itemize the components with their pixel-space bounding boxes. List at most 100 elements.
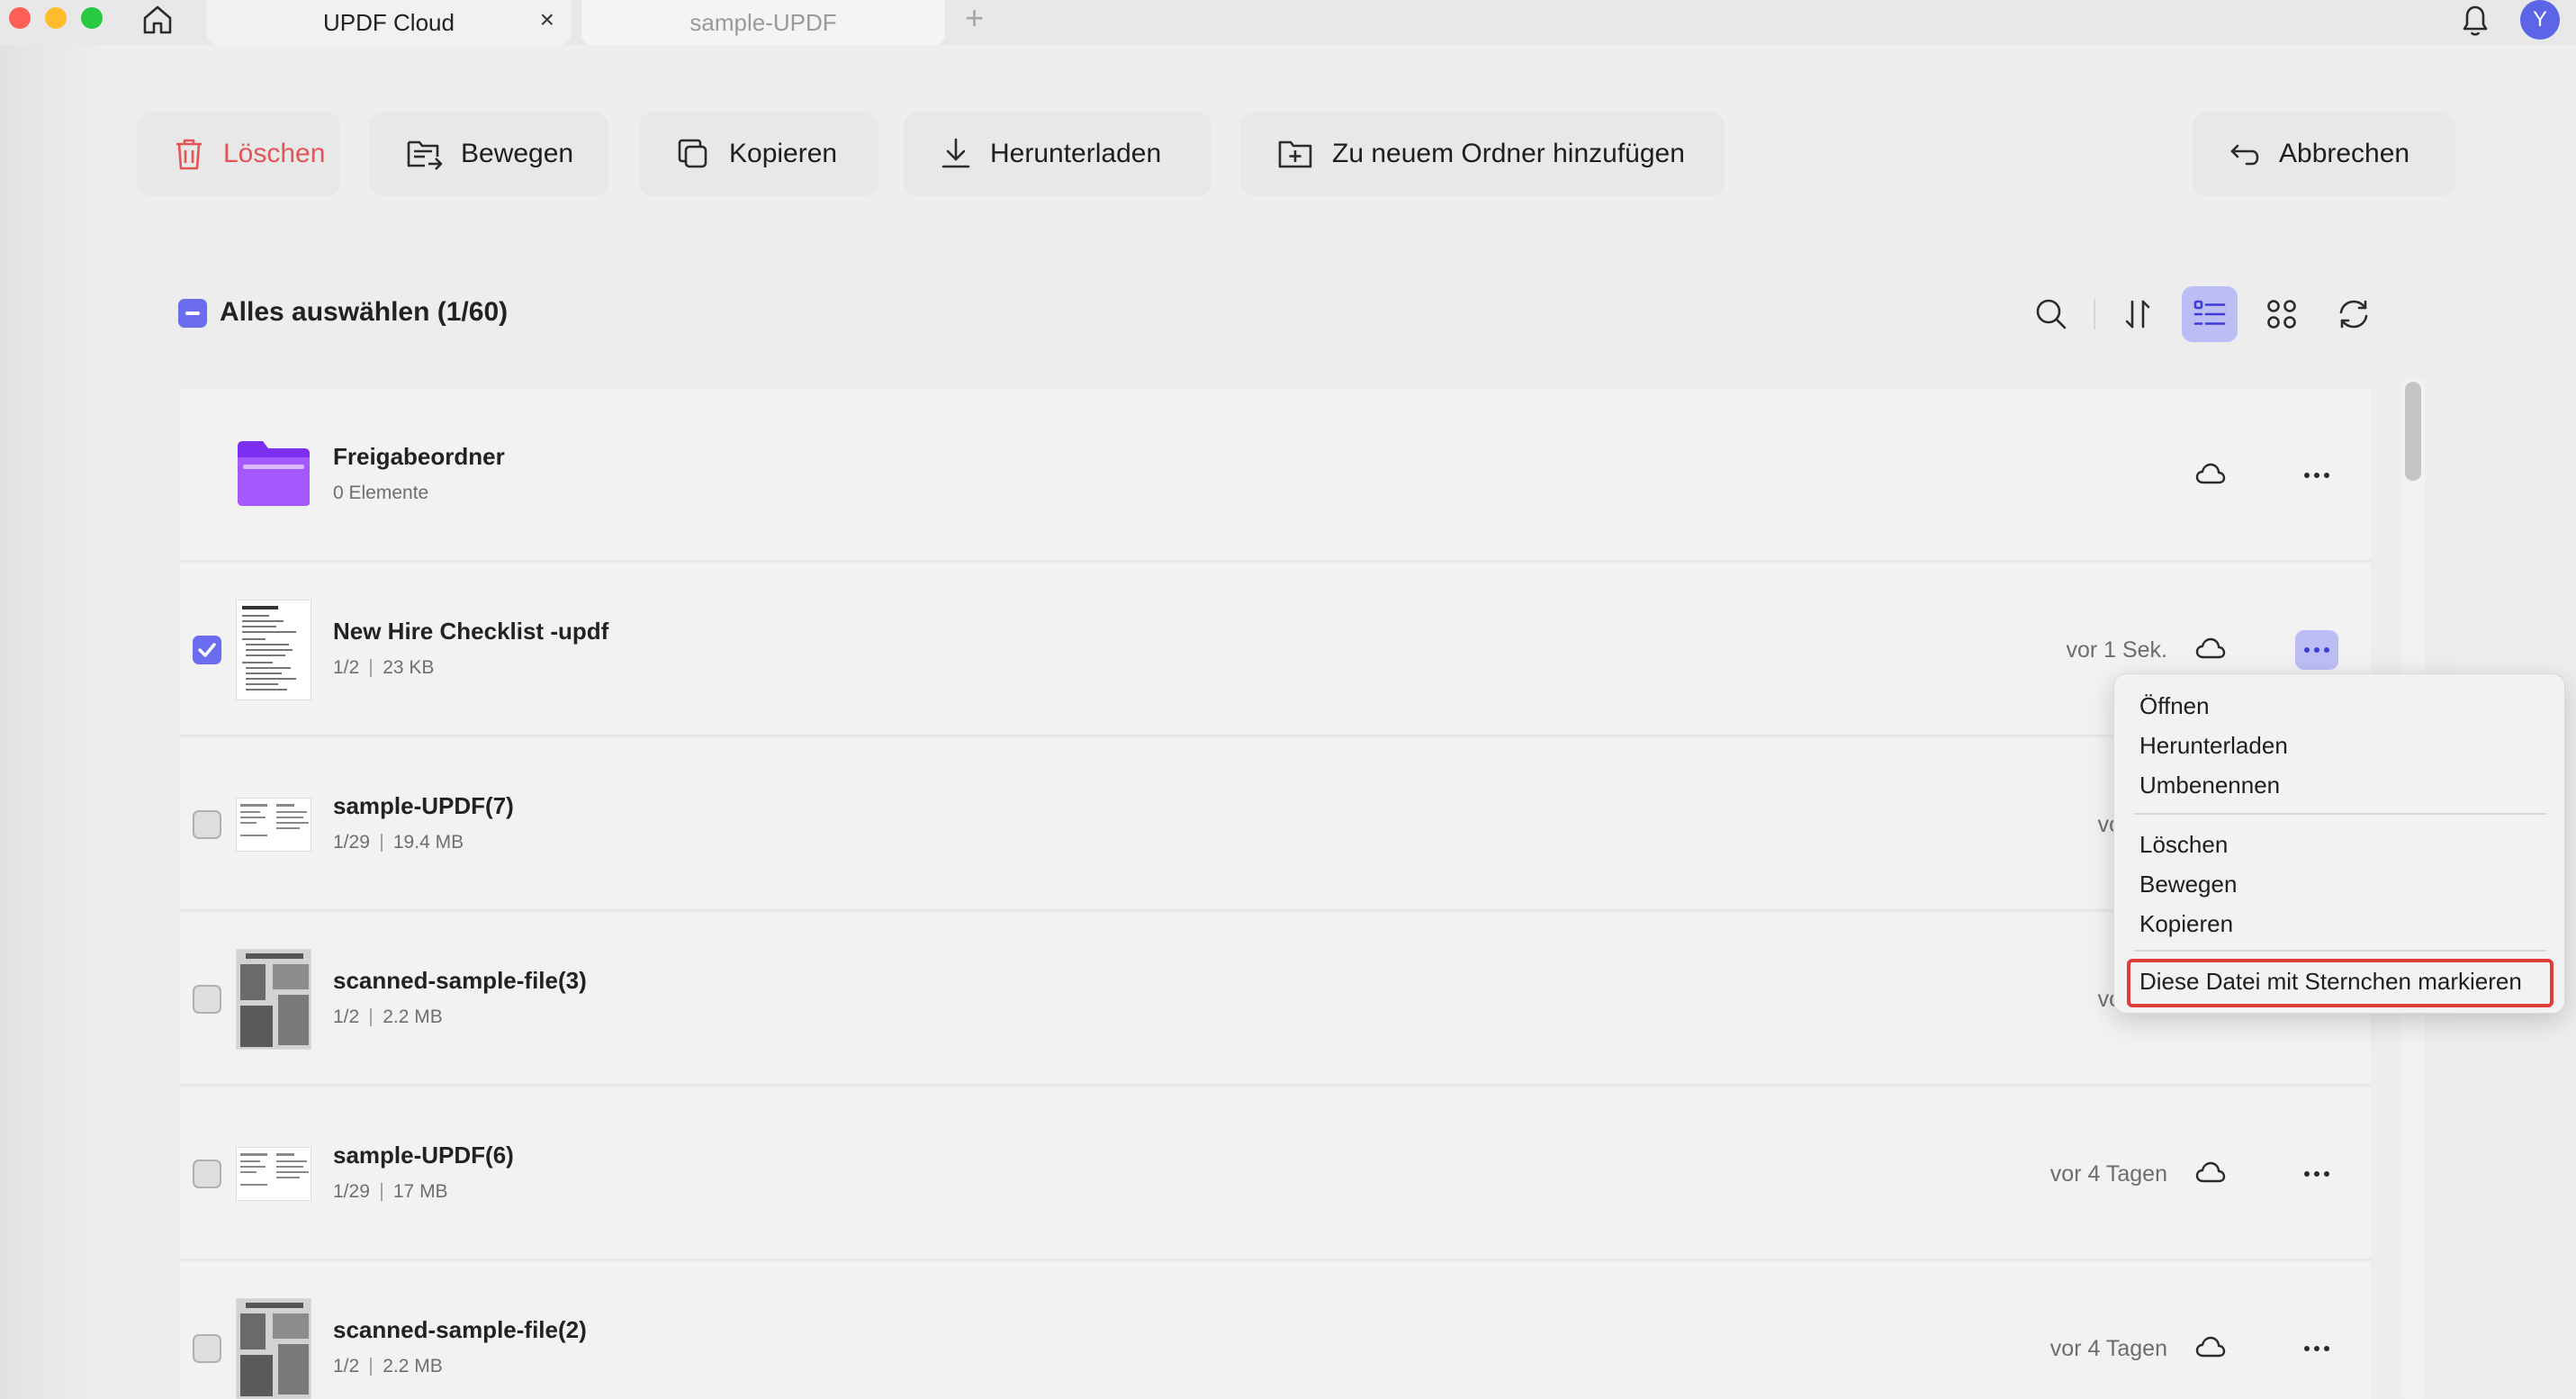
more-options-button[interactable] xyxy=(2295,456,2338,495)
maximize-window-button[interactable] xyxy=(81,7,103,29)
scanned-page-icon xyxy=(237,1299,311,1398)
delete-label: Löschen xyxy=(223,139,326,168)
file-thumbnail xyxy=(236,1298,311,1399)
toolbar-divider xyxy=(2094,299,2095,329)
file-thumbnail xyxy=(236,600,311,700)
return-arrow-icon xyxy=(2230,144,2259,166)
file-title: New Hire Checklist -updf xyxy=(333,618,609,645)
home-icon xyxy=(143,5,172,34)
checkmark-icon xyxy=(198,643,216,657)
add-to-new-folder-button[interactable]: Zu neuem Ordner hinzufügen xyxy=(1240,112,1725,196)
more-icon xyxy=(2304,647,2329,653)
delete-button[interactable]: Löschen xyxy=(137,112,340,196)
menu-item-open[interactable]: Öffnen xyxy=(2139,692,2210,720)
select-all-checkbox[interactable] xyxy=(178,299,207,328)
tab-updf-cloud[interactable]: UPDF Cloud × xyxy=(207,0,571,45)
file-size: 2.2 MB xyxy=(383,1006,443,1027)
menu-item-delete[interactable]: Löschen xyxy=(2139,831,2228,859)
file-thumbnail xyxy=(236,1147,311,1201)
menu-item-move[interactable]: Bewegen xyxy=(2139,871,2237,898)
sort-button[interactable] xyxy=(2110,286,2166,342)
more-options-button[interactable] xyxy=(2295,1154,2338,1194)
menu-item-copy[interactable]: Kopieren xyxy=(2139,910,2233,938)
file-meta: 1/2 2.2 MB xyxy=(333,1356,443,1377)
file-pages: 1/29 xyxy=(333,1181,370,1202)
file-meta: 1/2 23 KB xyxy=(333,657,434,679)
list-item-file[interactable]: scanned-sample-file(3) 1/22.2 MB vor 4 T xyxy=(180,913,2371,1086)
download-icon xyxy=(941,138,970,168)
menu-item-rename[interactable]: Umbenennen xyxy=(2139,772,2280,799)
file-time: vor 1 Sek. xyxy=(2066,637,2167,663)
home-button[interactable] xyxy=(137,0,178,40)
copy-button[interactable]: Kopieren xyxy=(639,112,878,196)
grid-view-icon xyxy=(2267,300,2296,329)
folder-icon xyxy=(238,441,310,506)
search-icon xyxy=(2036,299,2067,329)
grid-view-button[interactable] xyxy=(2254,286,2310,342)
more-options-button[interactable] xyxy=(2295,630,2338,670)
move-button[interactable]: Bewegen xyxy=(369,112,608,196)
avatar[interactable]: Y xyxy=(2520,0,2560,40)
search-button[interactable] xyxy=(2023,286,2079,342)
copy-label: Kopieren xyxy=(729,139,838,168)
cloud-icon xyxy=(2195,1161,2226,1183)
list-view-button[interactable] xyxy=(2182,286,2238,342)
more-icon xyxy=(2304,473,2329,478)
row-checkbox[interactable] xyxy=(193,985,221,1014)
select-all-label[interactable]: Alles auswählen (1/60) xyxy=(220,297,508,328)
cloud-icon xyxy=(2195,463,2226,484)
file-pages: 1/29 xyxy=(333,832,370,853)
trash-icon xyxy=(176,139,202,170)
cloud-button[interactable] xyxy=(2193,456,2229,492)
list-item-file[interactable]: sample-UPDF(7) 1/2919.4 MB vor 9 T xyxy=(180,738,2371,911)
sort-icon xyxy=(2125,300,2150,329)
row-checkbox[interactable] xyxy=(193,1334,221,1363)
tab-label: sample-UPDF xyxy=(689,8,837,36)
scrollbar-thumb[interactable] xyxy=(2405,382,2421,481)
move-label: Bewegen xyxy=(461,139,574,168)
more-icon xyxy=(2304,1171,2329,1177)
menu-item-download[interactable]: Herunterladen xyxy=(2139,732,2288,760)
notifications-button[interactable] xyxy=(2455,0,2495,40)
menu-item-star-file[interactable]: Diese Datei mit Sternchen markieren xyxy=(2139,968,2522,996)
cloud-button[interactable] xyxy=(2193,630,2229,666)
list-view-icon xyxy=(2193,300,2226,325)
document-preview-icon xyxy=(242,606,296,690)
row-checkbox[interactable] xyxy=(193,636,221,664)
document-preview-icon xyxy=(240,804,309,836)
cancel-button[interactable]: Abbrechen xyxy=(2193,112,2455,196)
list-item-folder[interactable]: Freigabeordner 0 Elemente xyxy=(180,389,2371,562)
list-item-file[interactable]: New Hire Checklist -updf 1/2 23 KB vor 1 … xyxy=(180,564,2371,736)
tab-sample-updf[interactable]: sample-UPDF xyxy=(581,0,945,45)
file-pages: 1/2 xyxy=(333,657,360,678)
file-meta: 0 Elemente xyxy=(333,483,429,503)
minimize-window-button[interactable] xyxy=(45,7,67,29)
sidebar-shade xyxy=(0,45,108,1399)
refresh-button[interactable] xyxy=(2326,286,2382,342)
cloud-icon xyxy=(2195,1336,2226,1358)
cloud-button[interactable] xyxy=(2193,1154,2229,1190)
row-checkbox[interactable] xyxy=(193,810,221,839)
folder-plus-icon xyxy=(1278,140,1312,168)
download-button[interactable]: Herunterladen xyxy=(904,112,1211,196)
copy-icon xyxy=(678,139,707,168)
file-meta: 1/29 17 MB xyxy=(333,1181,448,1203)
file-thumbnail xyxy=(236,798,311,852)
more-options-button[interactable] xyxy=(2295,1329,2338,1368)
cancel-label: Abbrechen xyxy=(2279,139,2410,168)
file-meta: 1/29 19.4 MB xyxy=(333,832,464,853)
new-tab-button[interactable]: + xyxy=(965,0,984,36)
file-size: 2.2 MB xyxy=(383,1356,443,1376)
cloud-button[interactable] xyxy=(2193,1329,2229,1365)
menu-divider xyxy=(2134,950,2546,952)
tab-close-icon[interactable]: × xyxy=(540,5,554,34)
cloud-icon xyxy=(2195,637,2226,659)
file-title: sample-UPDF(7) xyxy=(333,792,514,819)
list-item-file[interactable]: sample-UPDF(6) 1/29 17 MB vor 4 Tagen xyxy=(180,1088,2371,1260)
file-size: 19.4 MB xyxy=(392,832,464,853)
list-item-file[interactable]: scanned-sample-file(2) 1/2 2.2 MB vor 4 T… xyxy=(180,1262,2371,1399)
file-meta: 1/2 2.2 MB xyxy=(333,1006,443,1028)
row-checkbox[interactable] xyxy=(193,1160,221,1188)
close-window-button[interactable] xyxy=(9,7,31,29)
move-folder-icon xyxy=(407,140,443,170)
